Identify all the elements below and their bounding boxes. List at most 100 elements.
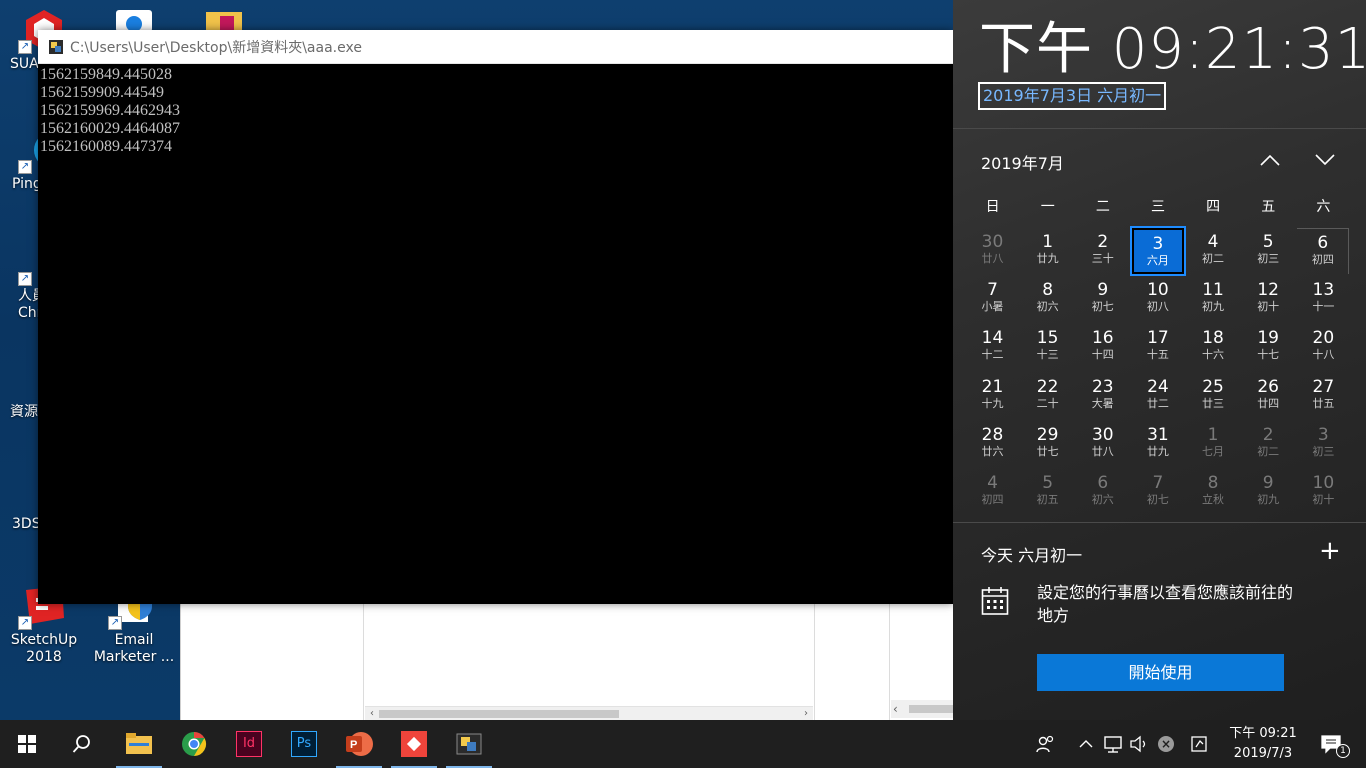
console-line: 1562160029.4464087 [40, 120, 180, 137]
previous-month-button[interactable] [1255, 146, 1285, 174]
lunar-date: 初八 [1146, 300, 1169, 314]
calendar-day[interactable]: 11 初九 [1187, 276, 1239, 322]
people-icon[interactable] [1036, 734, 1056, 754]
calendar-day[interactable]: 29 廿七 [1022, 421, 1074, 467]
horizontal-scrollbar-2[interactable]: ‹ [891, 700, 954, 718]
calendar-day[interactable]: 1 廿九 [1022, 228, 1074, 274]
calendar-day[interactable]: 9 初九 [1242, 469, 1294, 515]
lunar-date: 十八 [1312, 348, 1335, 362]
calendar-day[interactable]: 25 廿三 [1187, 373, 1239, 419]
calendar-day[interactable]: 26 廿四 [1242, 373, 1294, 419]
calendar-day[interactable]: 7 初七 [1132, 469, 1184, 515]
next-month-button[interactable] [1310, 146, 1340, 174]
calendar-day[interactable]: 14 十二 [967, 324, 1019, 370]
day-number: 5 [1042, 473, 1054, 493]
calendar-day[interactable]: 5 初五 [1022, 469, 1074, 515]
shortcut-arrow-icon: ↗ [108, 616, 122, 630]
console-output[interactable]: 1562159849.445028 1562159909.44549 15621… [38, 64, 953, 156]
horizontal-scrollbar[interactable]: ‹ › [365, 706, 813, 720]
day-number: 22 [1036, 376, 1059, 397]
calendar-day[interactable]: 1 七月 [1187, 421, 1239, 467]
taskbar-file-explorer[interactable] [112, 720, 166, 768]
lunar-date: 小暑 [981, 300, 1004, 314]
day-number: 5 [1262, 232, 1274, 252]
calendar-day[interactable]: 13 十一 [1297, 276, 1349, 322]
taskbar-chrome[interactable] [167, 720, 221, 768]
calendar-day[interactable]: 17 十五 [1132, 324, 1184, 370]
scrollbar-thumb[interactable] [379, 710, 619, 718]
divider [953, 522, 1366, 523]
anydesk-icon [401, 731, 427, 757]
taskbar-date: 2019/7/3 [1233, 746, 1293, 761]
search-button[interactable] [55, 720, 109, 768]
scroll-right-icon[interactable]: › [799, 707, 813, 721]
calendar-day[interactable]: 10 初十 [1297, 469, 1349, 515]
flyout-date-link[interactable]: 2019年7月3日 六月初一 [978, 82, 1167, 110]
start-button[interactable] [0, 720, 54, 768]
console-line: 1562159849.445028 [40, 66, 172, 83]
calendar-day[interactable]: 5 初三 [1242, 228, 1294, 274]
calendar-day-today[interactable]: 3 六月 [1129, 226, 1186, 276]
calendar-day[interactable]: 21 十九 [967, 373, 1019, 419]
calendar-day[interactable]: 31 廿九 [1132, 421, 1184, 467]
calendar-day[interactable]: 4 初四 [967, 469, 1019, 515]
calendar-day[interactable]: 16 十四 [1077, 324, 1129, 370]
day-number: 4 [987, 473, 998, 493]
scroll-left-icon[interactable]: ‹ [365, 707, 379, 721]
taskbar-clock[interactable]: 下午 09:21 2019/7/3 [1222, 724, 1304, 764]
calendar-day[interactable]: 6 初四 [1297, 228, 1350, 274]
calendar-day[interactable]: 2 初二 [1242, 421, 1294, 467]
taskbar-indesign[interactable]: Id [222, 720, 276, 768]
console-window[interactable]: C:\Users\User\Desktop\新增資料夾\aaa.exe 1562… [38, 30, 953, 604]
network-icon[interactable] [1103, 734, 1123, 754]
calendar-day[interactable]: 30 廿八 [967, 228, 1019, 274]
error-icon[interactable]: × [1156, 734, 1176, 754]
console-titlebar[interactable]: C:\Users\User\Desktop\新增資料夾\aaa.exe [38, 30, 953, 64]
calendar-day[interactable]: 30 廿八 [1077, 421, 1129, 467]
calendar-day[interactable]: 12 初十 [1242, 276, 1294, 322]
lunar-date: 初五 [1036, 493, 1059, 506]
calendar-day[interactable]: 6 初六 [1077, 469, 1129, 515]
desktop-icon-edge-doc[interactable] [116, 10, 152, 32]
calendar-day[interactable]: 8 立秋 [1187, 469, 1239, 515]
lunar-date: 廿四 [1257, 396, 1280, 410]
calendar-day[interactable]: 15 十三 [1022, 324, 1074, 370]
taskbar: Id Ps P × 下午 09:21 2019/7/3 1 [0, 720, 1366, 768]
lunar-date: 初二 [1202, 252, 1225, 265]
lunar-date: 初四 [981, 493, 1004, 506]
calendar-day[interactable]: 22 二十 [1022, 373, 1074, 419]
calendar-day[interactable]: 10 初八 [1132, 276, 1184, 322]
action-center-icon[interactable]: 1 [1318, 734, 1350, 758]
calendar-day[interactable]: 18 十六 [1187, 324, 1239, 370]
taskbar-powerpoint[interactable]: P [332, 720, 386, 768]
calendar-day[interactable]: 28 廿六 [967, 421, 1019, 467]
chevron-up-icon[interactable] [1076, 734, 1096, 754]
calendar-day[interactable]: 20 十八 [1297, 324, 1349, 370]
taskbar-python-console[interactable] [442, 720, 496, 768]
volume-icon[interactable] [1129, 734, 1149, 754]
calendar-day[interactable]: 27 廿五 [1297, 373, 1349, 419]
calendar-day[interactable]: 19 十七 [1242, 324, 1294, 370]
scrollbar-thumb[interactable] [909, 705, 954, 713]
calendar-day[interactable]: 24 廿二 [1132, 373, 1184, 419]
add-event-icon[interactable]: + [1319, 536, 1341, 566]
taskbar-photoshop[interactable]: Ps [277, 720, 331, 768]
desktop-icon-media[interactable] [206, 12, 242, 32]
month-label[interactable]: 2019年7月 [981, 150, 1064, 174]
day-number: 23 [1091, 376, 1114, 397]
calendar-day[interactable]: 2 三十 [1077, 228, 1129, 274]
day-number: 9 [1262, 473, 1274, 493]
calendar-day[interactable]: 23 大暑 [1077, 373, 1129, 419]
weekday-tue: 二 [1095, 199, 1110, 215]
scroll-left-icon[interactable]: ‹ [893, 700, 898, 718]
get-started-button[interactable]: 開始使用 [1037, 654, 1284, 691]
calendar-day[interactable]: 8 初六 [1022, 276, 1074, 322]
day-number: 25 [1202, 376, 1224, 397]
calendar-day[interactable]: 9 初七 [1077, 276, 1129, 322]
day-number: 19 [1257, 328, 1279, 349]
calendar-day[interactable]: 3 初三 [1297, 421, 1349, 467]
taskbar-anydesk[interactable] [387, 720, 441, 768]
input-method-icon[interactable] [1189, 734, 1209, 754]
calendar-day[interactable]: 7 小暑 [967, 276, 1019, 322]
calendar-day[interactable]: 4 初二 [1187, 228, 1239, 274]
